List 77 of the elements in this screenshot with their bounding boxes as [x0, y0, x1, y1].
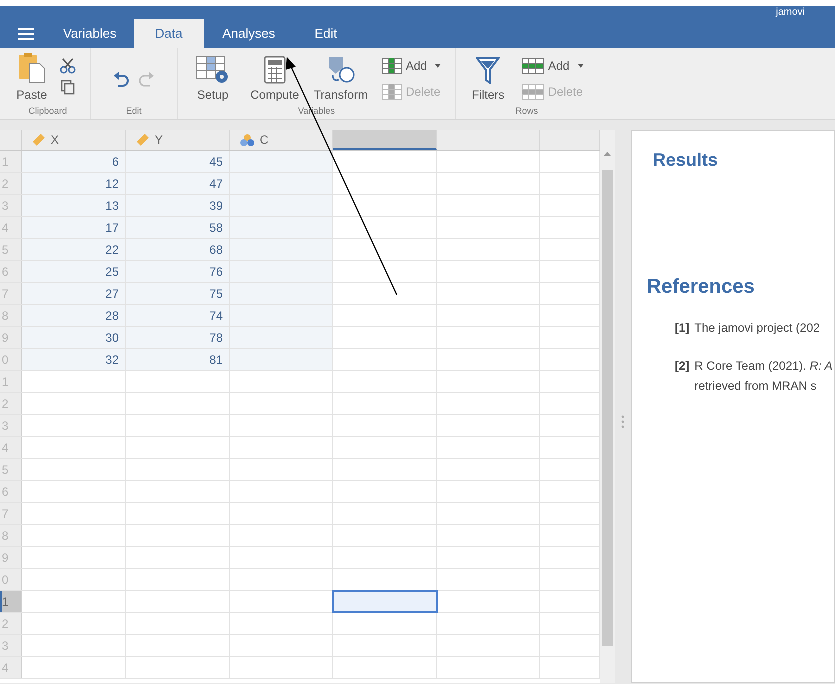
shape-transform-icon[interactable] — [327, 56, 355, 84]
table-cell[interactable]: 74 — [126, 305, 230, 326]
table-cell[interactable]: 76 — [126, 261, 230, 282]
ruler-icon — [32, 133, 46, 147]
column-header[interactable] — [333, 130, 437, 150]
table-cell[interactable]: 45 — [126, 151, 230, 172]
menu-icon[interactable] — [18, 28, 34, 40]
table-cell[interactable]: 6 — [22, 151, 126, 172]
group-label: Edit — [126, 105, 142, 117]
table-cell[interactable]: 39 — [126, 195, 230, 216]
table-cell[interactable]: 47 — [126, 173, 230, 194]
table-cell[interactable]: 32 — [22, 349, 126, 370]
filters-button[interactable]: Filters — [462, 48, 514, 104]
table-cell[interactable] — [230, 305, 333, 326]
table-cell[interactable] — [230, 217, 333, 238]
column-header[interactable]: Y — [126, 130, 230, 150]
table-cell[interactable] — [230, 261, 333, 282]
table-cell[interactable] — [230, 151, 333, 172]
group-label: Clipboard — [28, 105, 68, 117]
table-gear-icon[interactable] — [196, 56, 230, 84]
table-cell[interactable]: 13 — [22, 195, 126, 216]
column-header[interactable]: X — [22, 130, 126, 150]
tab[interactable]: Data — [134, 19, 204, 48]
table-cell[interactable]: 17 — [22, 217, 126, 238]
calculator-icon[interactable] — [264, 56, 286, 84]
transform-button[interactable]: Transform — [308, 48, 374, 104]
paste-button[interactable]: Paste — [12, 48, 52, 104]
table-cell[interactable]: 12 — [22, 173, 126, 194]
table-cell[interactable]: 81 — [126, 349, 230, 370]
scrollbar[interactable] — [600, 130, 615, 683]
window-title: jamovi — [776, 7, 805, 19]
table-cell[interactable]: 75 — [126, 283, 230, 304]
reference-number: [1] — [675, 320, 690, 337]
setup-button[interactable]: Setup — [184, 48, 242, 104]
reference-text: The jamovi project (202 — [694, 320, 820, 337]
references-title: References — [647, 275, 756, 300]
copy-icon[interactable] — [61, 80, 75, 95]
table-cell[interactable] — [230, 173, 333, 194]
table-cell[interactable]: 78 — [126, 327, 230, 348]
table-cell[interactable] — [230, 327, 333, 348]
column-grid-icon — [382, 84, 402, 100]
add-button[interactable]: Add — [382, 56, 442, 76]
row-grid-icon[interactable] — [522, 58, 544, 74]
grip-icon[interactable] — [621, 414, 625, 428]
row-grid-icon — [522, 84, 544, 100]
results-title: Results — [653, 149, 720, 172]
table-cell[interactable] — [230, 349, 333, 370]
table-cell[interactable]: 25 — [22, 261, 126, 282]
row-number: 1 — [0, 591, 22, 612]
table-cell[interactable] — [230, 283, 333, 304]
funnel-icon[interactable] — [476, 56, 500, 84]
tab[interactable]: Variables — [46, 19, 134, 48]
reference-number: [2] — [675, 358, 690, 375]
compute-button[interactable]: Compute — [242, 48, 308, 104]
reference-text: R Core Team (2021). R: A — [694, 358, 833, 375]
table-cell[interactable]: 27 — [22, 283, 126, 304]
reference-text: retrieved from MRAN s — [694, 378, 818, 395]
table-cell[interactable] — [230, 195, 333, 216]
table-cell[interactable]: 58 — [126, 217, 230, 238]
table-cell[interactable]: 30 — [22, 327, 126, 348]
table-cell[interactable]: 28 — [22, 305, 126, 326]
clipboard-icon — [18, 52, 46, 84]
caret-icon — [435, 64, 442, 68]
circles-icon — [240, 134, 255, 146]
ruler-icon — [136, 133, 150, 147]
tab[interactable]: Analyses — [204, 19, 294, 48]
add-button[interactable]: Add — [522, 56, 584, 76]
undo-icon[interactable] — [113, 72, 129, 88]
table-cell[interactable]: 68 — [126, 239, 230, 260]
column-grid-icon[interactable] — [382, 58, 402, 74]
scissors-icon[interactable] — [60, 58, 76, 74]
caret-icon — [578, 64, 584, 68]
group-label: Rows — [516, 105, 538, 117]
table-cell[interactable] — [230, 239, 333, 260]
tab[interactable]: Edit — [294, 19, 358, 48]
table-cell[interactable]: 22 — [22, 239, 126, 260]
selected-cell[interactable] — [333, 591, 437, 612]
